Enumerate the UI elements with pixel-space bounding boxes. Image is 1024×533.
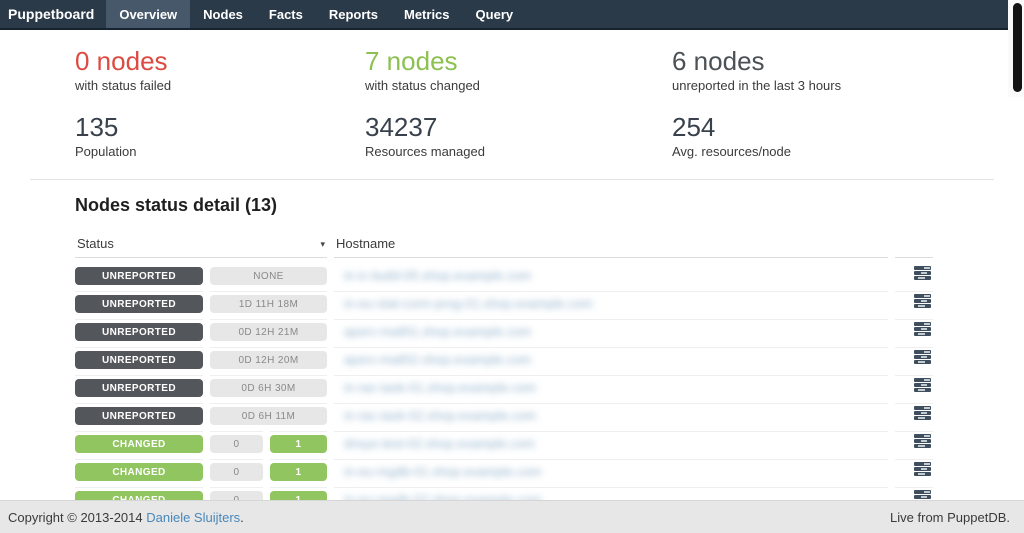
stat-failed: 0 nodes with status failed: [75, 47, 365, 93]
reports-column-header: [895, 232, 933, 258]
copyright-prefix: Copyright © 2013-2014: [8, 510, 143, 525]
stat-changed-value: 7 nodes: [365, 47, 672, 75]
stat-resources-value: 34237: [365, 113, 672, 141]
node-reports-icon[interactable]: [914, 294, 931, 313]
brand-link[interactable]: Puppetboard: [0, 0, 106, 28]
table-row: UNREPORTED 1D 11H 18M in-eu-stat-conn-pr…: [75, 291, 933, 313]
tab-reports[interactable]: Reports: [316, 0, 391, 28]
tab-metrics[interactable]: Metrics: [391, 0, 463, 28]
node-reports-icon[interactable]: [914, 462, 931, 481]
table-row: UNREPORTED 0D 12H 21M apsrv-mail01.shop.…: [75, 319, 933, 341]
node-reports-icon[interactable]: [914, 434, 931, 453]
hostname-link[interactable]: in-rac-task-02.shop.example.com: [344, 408, 536, 423]
changed-count-badge: 1: [270, 435, 327, 453]
node-reports-icon[interactable]: [914, 406, 931, 425]
puppetboard-page: Puppetboard Overview Nodes Facts Reports…: [0, 0, 1024, 533]
stat-failed-label: with status failed: [75, 78, 365, 93]
live-from-puppetdb-text: Live from PuppetDB.: [890, 510, 1010, 525]
top-navbar: Puppetboard Overview Nodes Facts Reports…: [0, 0, 1024, 30]
copyright-text: Copyright © 2013-2014 Daniele Sluijters.: [8, 510, 244, 525]
copyright-suffix: .: [240, 510, 244, 525]
status-badge: UNREPORTED: [75, 295, 203, 313]
changed-count-badge: 1: [270, 463, 327, 481]
stat-unreported-label: unreported in the last 3 hours: [672, 78, 1024, 93]
time-or-skipped-badge: 0D 12H 20M: [210, 351, 327, 369]
node-reports-icon[interactable]: [914, 322, 931, 341]
stat-resources-label: Resources managed: [365, 144, 672, 159]
hostname-link[interactable]: in-ic-build-05.shop.example.com: [344, 268, 531, 283]
time-or-skipped-badge: 0D 6H 30M: [210, 379, 327, 397]
stat-population-label: Population: [75, 144, 365, 159]
status-column-header[interactable]: Status ▾: [75, 232, 327, 258]
stat-avg-resources: 254 Avg. resources/node: [672, 113, 1024, 159]
stat-failed-value: 0 nodes: [75, 47, 365, 75]
status-badge: UNREPORTED: [75, 407, 203, 425]
status-badge: UNREPORTED: [75, 379, 203, 397]
time-or-skipped-badge: 0D 12H 21M: [210, 323, 327, 341]
status-column-label: Status: [77, 236, 114, 251]
hostname-link[interactable]: in-eu-mgdb-01.shop.example.com: [344, 464, 541, 479]
hostname-link[interactable]: apsrv-mail01.shop.example.com: [344, 324, 531, 339]
table-row: CHANGED 0 1 in-eu-mgdb-01.shop.example.c…: [75, 459, 933, 481]
hostname-link[interactable]: dnsys-test-02.shop.example.com: [344, 436, 535, 451]
time-or-skipped-badge: 0: [210, 463, 263, 481]
hostname-column-header[interactable]: Hostname: [334, 232, 888, 258]
stat-unreported-value: 6 nodes: [672, 47, 1024, 75]
table-row: CHANGED 0 1 dnsys-test-02.shop.example.c…: [75, 431, 933, 453]
sort-caret-icon: ▾: [321, 239, 326, 250]
nodes-status-table: Status ▾ Hostname UNREPORTED NONE in-ic-…: [68, 226, 940, 533]
time-or-skipped-badge: 1D 11H 18M: [210, 295, 327, 313]
status-badge: CHANGED: [75, 435, 203, 453]
node-reports-icon[interactable]: [914, 350, 931, 369]
author-link[interactable]: Daniele Sluijters: [146, 510, 240, 525]
stats-row-resources: 135 Population 34237 Resources managed 2…: [75, 113, 1024, 159]
nodes-detail-title: Nodes status detail (13): [75, 195, 1024, 216]
node-reports-icon[interactable]: [914, 266, 931, 285]
stat-avg-resources-label: Avg. resources/node: [672, 144, 1024, 159]
node-reports-icon[interactable]: [914, 378, 931, 397]
stat-population-value: 135: [75, 113, 365, 141]
table-row: UNREPORTED NONE in-ic-build-05.shop.exam…: [75, 264, 933, 285]
time-or-skipped-badge: 0: [210, 435, 263, 453]
stat-population: 135 Population: [75, 113, 365, 159]
time-or-skipped-badge: 0D 6H 11M: [210, 407, 327, 425]
hostname-link[interactable]: apsrv-mail02.shop.example.com: [344, 352, 531, 367]
hostname-link[interactable]: in-rac-task-01.shop.example.com: [344, 380, 536, 395]
status-badge: CHANGED: [75, 463, 203, 481]
status-badge: UNREPORTED: [75, 267, 203, 285]
status-badge: UNREPORTED: [75, 351, 203, 369]
table-row: UNREPORTED 0D 6H 30M in-rac-task-01.shop…: [75, 375, 933, 397]
time-or-skipped-badge: NONE: [210, 267, 327, 285]
hostname-link[interactable]: in-eu-stat-conn-prog-01.shop.example.com: [344, 296, 593, 311]
scrollbar-thumb[interactable]: [1013, 3, 1022, 92]
tab-nodes[interactable]: Nodes: [190, 0, 256, 28]
section-divider: [30, 179, 994, 180]
stat-changed: 7 nodes with status changed: [365, 47, 672, 93]
tab-overview[interactable]: Overview: [106, 0, 190, 28]
table-row: UNREPORTED 0D 6H 11M in-rac-task-02.shop…: [75, 403, 933, 425]
stat-resources: 34237 Resources managed: [365, 113, 672, 159]
page-footer: Copyright © 2013-2014 Daniele Sluijters.…: [0, 500, 1024, 533]
status-badge: UNREPORTED: [75, 323, 203, 341]
stats-row-status: 0 nodes with status failed 7 nodes with …: [75, 47, 1024, 93]
overview-stats: 0 nodes with status failed 7 nodes with …: [0, 30, 1024, 159]
tab-query[interactable]: Query: [463, 0, 527, 28]
stat-changed-label: with status changed: [365, 78, 672, 93]
table-row: UNREPORTED 0D 12H 20M apsrv-mail02.shop.…: [75, 347, 933, 369]
tab-facts[interactable]: Facts: [256, 0, 316, 28]
stat-avg-resources-value: 254: [672, 113, 1024, 141]
stat-unreported: 6 nodes unreported in the last 3 hours: [672, 47, 1024, 93]
